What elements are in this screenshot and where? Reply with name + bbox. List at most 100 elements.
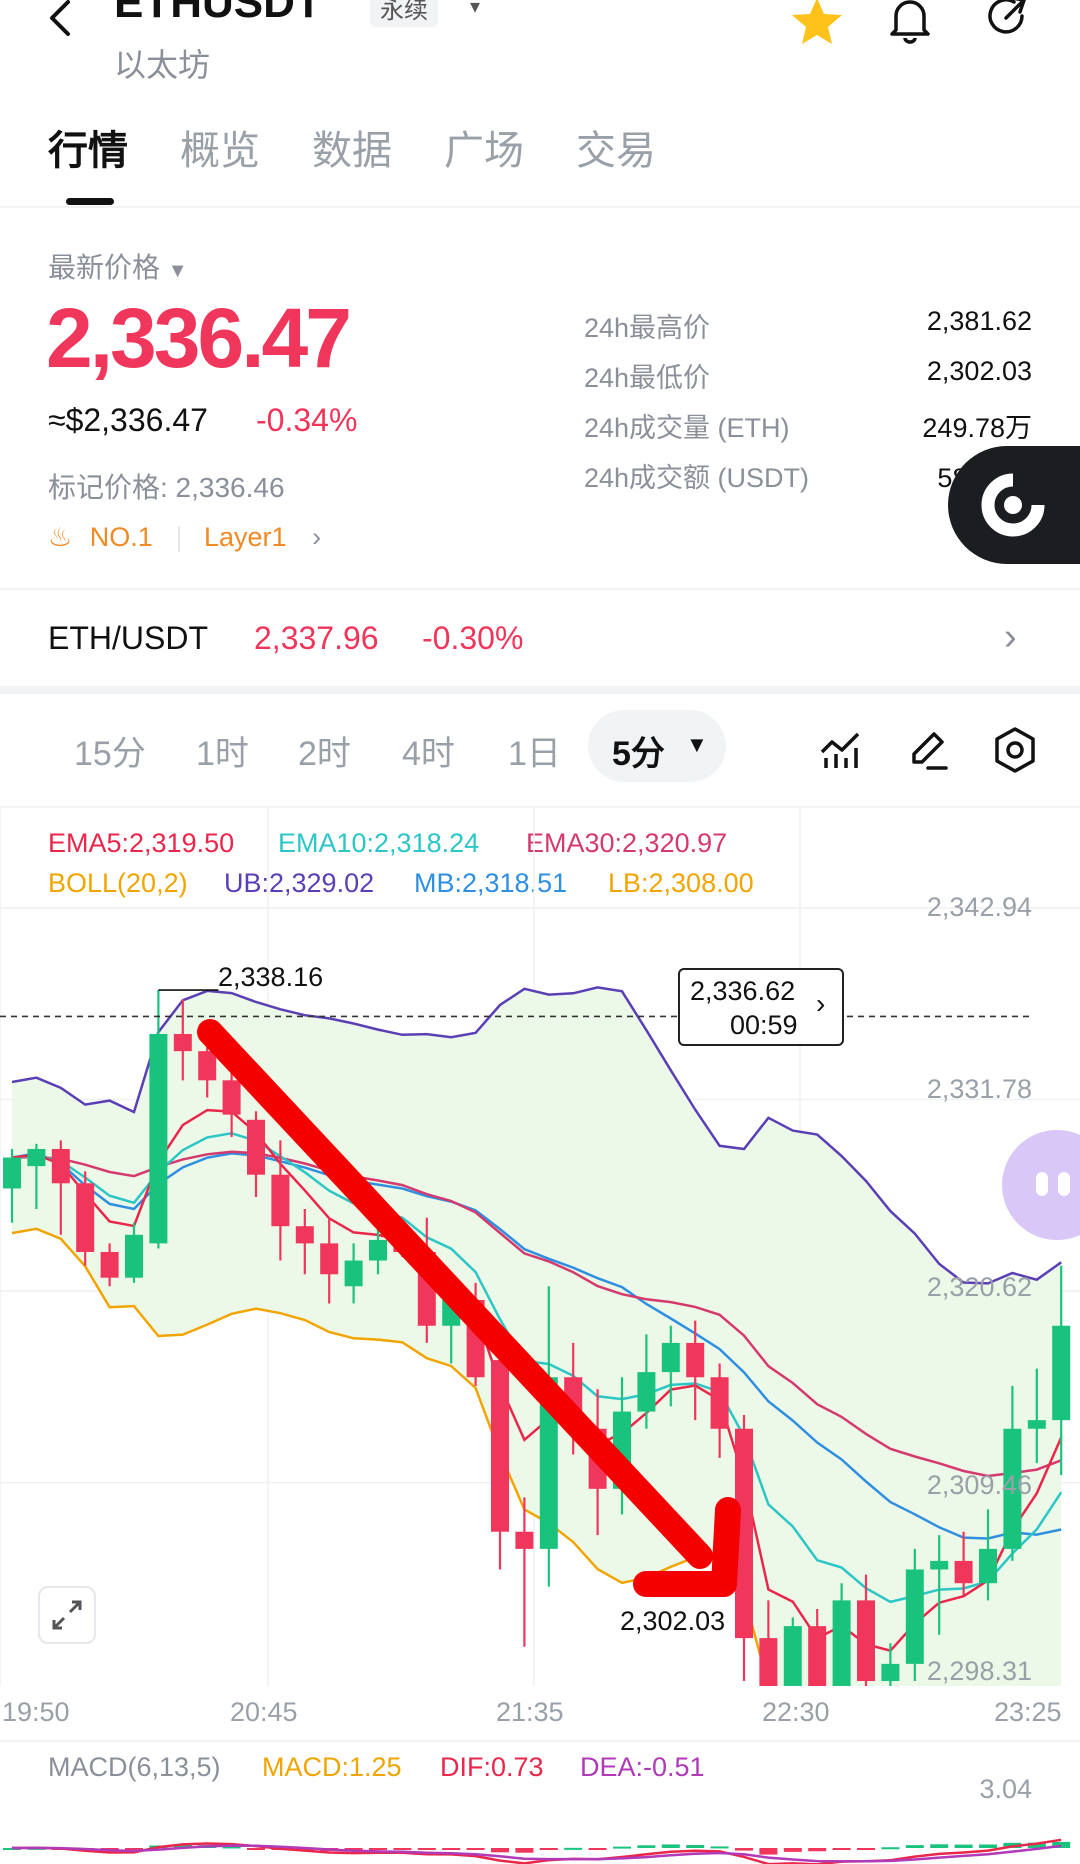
candle-body (51, 1148, 70, 1184)
spot-price: 2,337.96 (254, 620, 379, 656)
macd-bar (832, 1848, 851, 1850)
spot-pair-row[interactable]: ETH/USDT 2,337.96 -0.30% › (0, 600, 1080, 680)
spot-pair: ETH/USDT (48, 620, 208, 656)
macd-bar (735, 1848, 753, 1851)
floating-logo-button[interactable] (948, 446, 1080, 564)
divider (0, 1740, 1080, 1742)
low-price-label: 2,302.03 (620, 1606, 726, 1636)
macd-bar (564, 1847, 583, 1850)
caret-down-icon: ▼ (167, 260, 188, 282)
settings-icon[interactable] (992, 726, 1038, 779)
macd-bar (369, 1848, 387, 1850)
tab-trade[interactable]: 交易 (576, 118, 656, 176)
candle-body (320, 1243, 339, 1275)
macd-value: MACD:1.25 (262, 1752, 402, 1782)
chevron-right-icon: › (312, 522, 322, 552)
candlestick-chart[interactable] (0, 806, 1080, 1686)
active-tab-indicator (66, 198, 114, 205)
high-price-label: 2,338.16 (218, 962, 324, 992)
spot-change: -0.30% (422, 620, 524, 656)
timeframe-15m[interactable]: 15分 (74, 726, 146, 775)
timeframe-selector[interactable]: 5分 ▼ (588, 710, 726, 782)
timeframe-1h[interactable]: 1时 (196, 726, 249, 775)
eye-icon (1058, 1172, 1070, 1196)
tab-data[interactable]: 数据 (312, 118, 392, 176)
back-icon[interactable] (40, 0, 80, 40)
timeframe-2h[interactable]: 2时 (298, 726, 351, 775)
candle-body (637, 1372, 656, 1412)
fullscreen-button[interactable] (38, 1586, 96, 1644)
dif-value: DIF:0.73 (440, 1752, 544, 1782)
candle-body (247, 1119, 265, 1175)
expand-icon (52, 1600, 82, 1630)
candle-body (369, 1239, 387, 1261)
tab-square[interactable]: 广场 (444, 118, 524, 176)
macd-chart (3, 1838, 1071, 1864)
macd-bar (857, 1848, 875, 1850)
candle-body (710, 1377, 729, 1429)
macd-bar (954, 1844, 973, 1848)
boll-band-fill (12, 987, 1062, 1686)
tab-overview[interactable]: 概览 (180, 118, 260, 176)
x-tick: 23:25 (994, 1697, 1062, 1727)
chevron-down-icon[interactable]: ▾ (470, 0, 480, 19)
candle-body (759, 1638, 778, 1686)
divider (0, 206, 1080, 208)
tag-separator (178, 526, 180, 552)
indicator-icon[interactable] (818, 728, 862, 777)
candle-body (222, 1080, 241, 1115)
app-logo-icon (981, 473, 1045, 537)
candle-body (686, 1342, 705, 1378)
current-price-tag[interactable]: 2,336.62 00:59 › (678, 968, 844, 1046)
dea-value: DEA:-0.51 (580, 1752, 705, 1782)
bell-icon[interactable] (888, 0, 932, 49)
macd-bar (417, 1848, 436, 1850)
candle-body (930, 1560, 949, 1570)
candle-body (198, 1051, 217, 1081)
candle-body (857, 1600, 875, 1682)
tab-market[interactable]: 行情 (48, 118, 128, 176)
candle-body (905, 1569, 924, 1664)
candle-body (271, 1174, 290, 1227)
y-tick: 2,331.78 (926, 1074, 1032, 1104)
contract-badge: 永续 (370, 0, 438, 27)
divider (0, 686, 1080, 694)
share-icon[interactable] (984, 0, 1032, 47)
rank-tag[interactable]: ♨ NO.1 (48, 522, 153, 553)
x-tick: 19:50 (2, 1697, 70, 1727)
macd-bar (588, 1848, 607, 1850)
candle-body (1052, 1325, 1071, 1421)
macd-bar (491, 1848, 509, 1853)
macd-label: MACD(6,13,5) (48, 1752, 221, 1782)
macd-bar (442, 1848, 461, 1850)
candle-body (173, 1033, 192, 1052)
draw-pen-icon[interactable] (906, 728, 950, 777)
macd-bar (710, 1846, 729, 1849)
candle (76, 1171, 95, 1266)
timeframe-4h[interactable]: 4时 (402, 726, 455, 775)
macd-max-tick: 3.04 (979, 1774, 1032, 1804)
macd-bar (661, 1844, 680, 1848)
category-tag[interactable]: Layer1 › (204, 522, 321, 553)
x-tick: 22:30 (762, 1697, 830, 1727)
candle-body (1027, 1420, 1046, 1429)
candle-body (979, 1548, 997, 1584)
y-tick: 2,342.94 (926, 892, 1032, 922)
timeframe-1d[interactable]: 1日 (508, 726, 561, 775)
candle (783, 1617, 802, 1686)
star-icon[interactable] (790, 0, 844, 51)
macd-bar (637, 1845, 656, 1848)
candle-body (661, 1342, 680, 1373)
macd-bar (393, 1848, 412, 1850)
symbol-title[interactable]: ETHUSDT (114, 0, 322, 28)
asset-name: 以太坊 (114, 47, 211, 83)
flame-icon: ♨ (48, 522, 73, 552)
candle-body (515, 1531, 534, 1549)
mark-price: 标记价格: 2,336.46 (48, 472, 285, 503)
candle (515, 1497, 534, 1647)
candle-body (783, 1626, 802, 1686)
macd-bar (979, 1844, 997, 1848)
caret-down-icon: ▼ (686, 732, 708, 757)
macd-bar (930, 1844, 949, 1848)
latest-price-label[interactable]: 最新价格 ▼ (48, 246, 188, 286)
